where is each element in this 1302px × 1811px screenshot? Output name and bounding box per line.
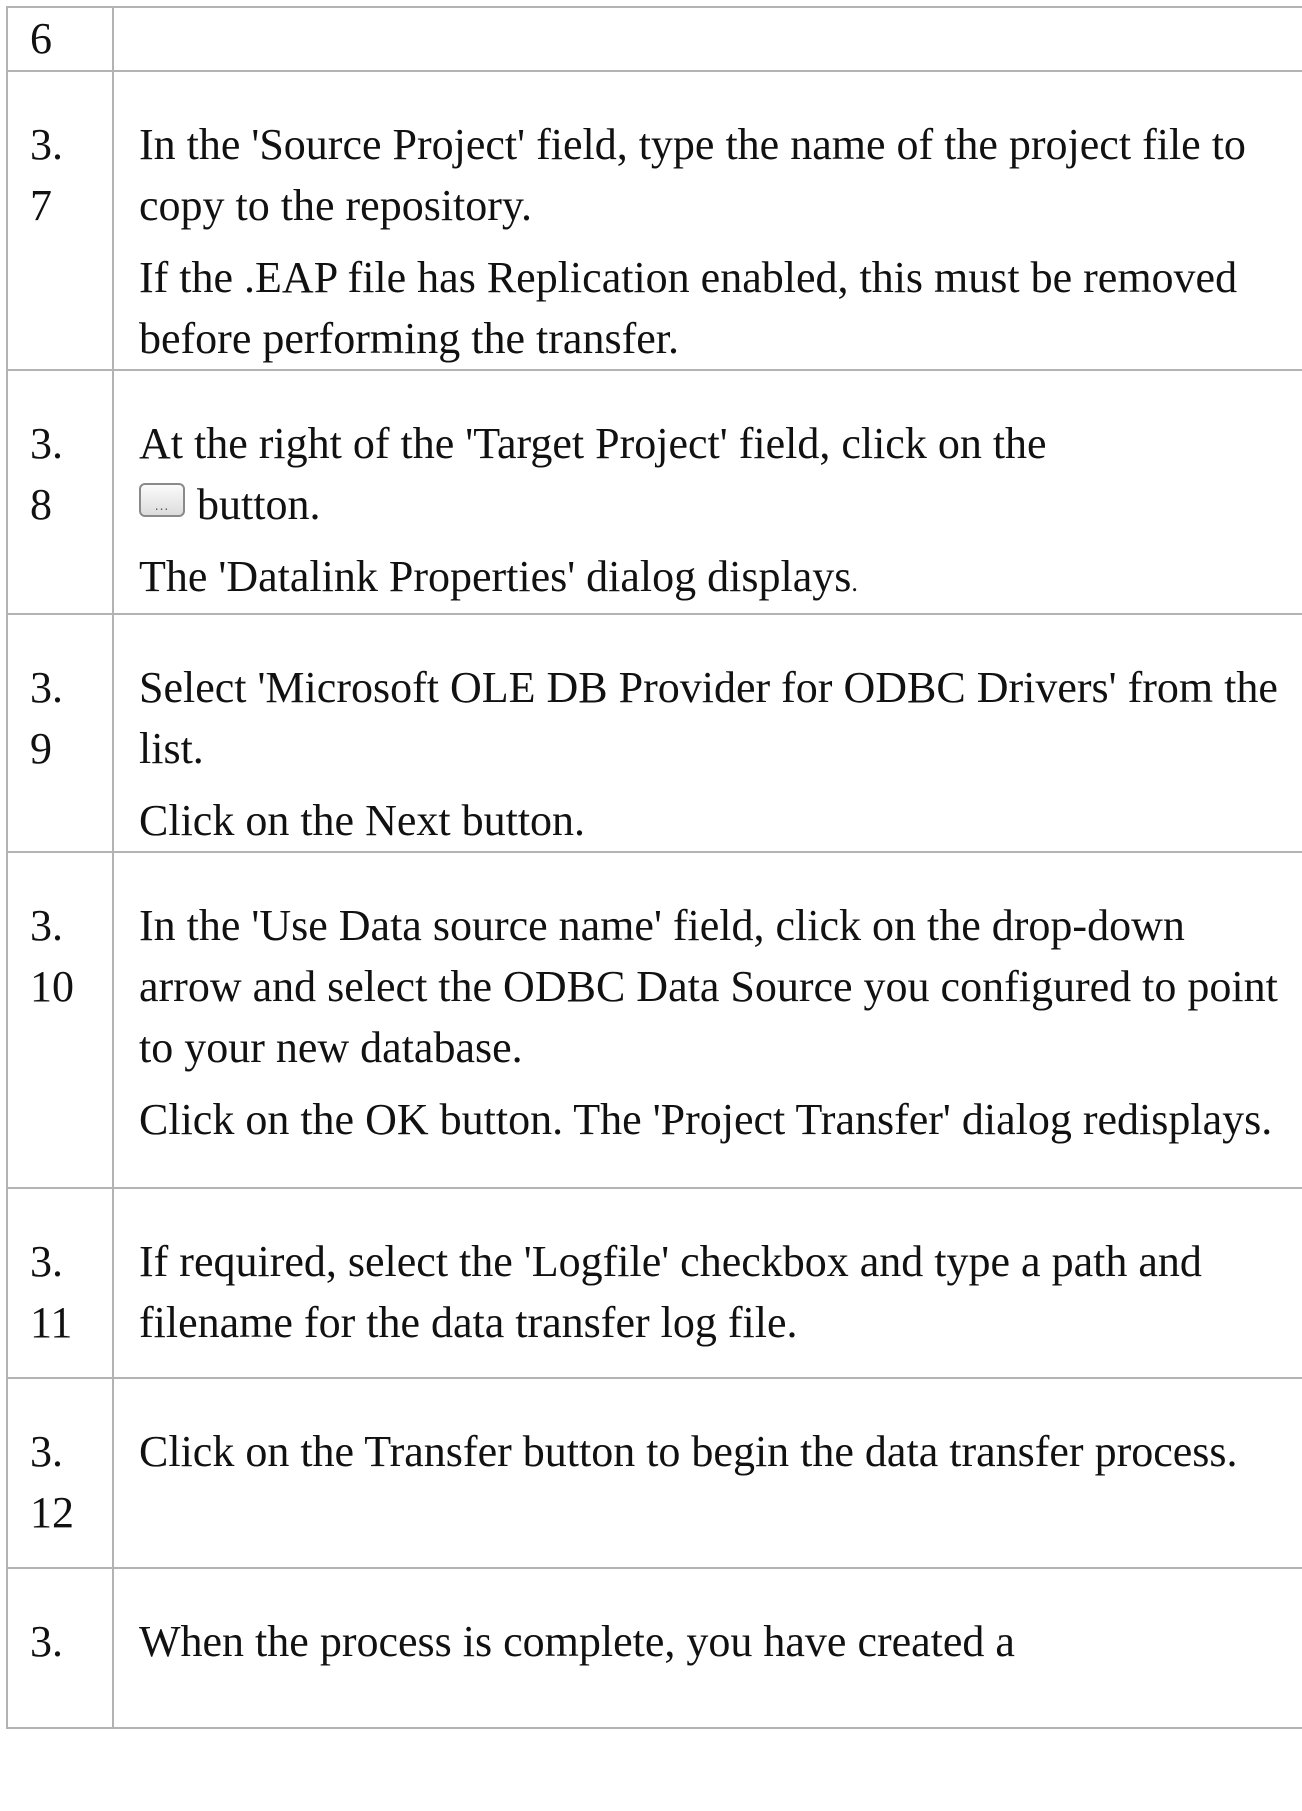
step-number-cell: 3. 10 bbox=[6, 851, 114, 1189]
table-row: 3. 8 At the right of the 'Target Project… bbox=[6, 369, 1302, 615]
step-text: At the right of the 'Target Project' fie… bbox=[139, 413, 1282, 535]
table-row: 3. When the process is complete, you hav… bbox=[6, 1567, 1302, 1729]
step-text: In the 'Use Data source name' field, cli… bbox=[139, 901, 1278, 1072]
step-description-cell: Select 'Microsoft OLE DB Provider for OD… bbox=[112, 613, 1302, 853]
table-row: 3. 11 If required, select the 'Logfile' … bbox=[6, 1187, 1302, 1379]
step-text-after-button: button. bbox=[197, 480, 321, 529]
step-description-cell: At the right of the 'Target Project' fie… bbox=[112, 369, 1302, 615]
step-number-cell: 3. 11 bbox=[6, 1187, 114, 1379]
step-number-cell: 3. 9 bbox=[6, 613, 114, 853]
table-row: 6 bbox=[6, 6, 1302, 72]
step-number: 6 bbox=[30, 14, 52, 63]
step-number: 3. 10 bbox=[30, 901, 74, 1011]
step-text: When the process is complete, you have c… bbox=[139, 1617, 1015, 1666]
step-description-cell: When the process is complete, you have c… bbox=[112, 1567, 1302, 1729]
step-number: 3. 7 bbox=[30, 120, 63, 230]
table-row: 3. 7 In the 'Source Project' field, type… bbox=[6, 70, 1302, 371]
step-number-cell: 6 bbox=[6, 6, 114, 72]
steps-table: 6 3. 7 In the 'Source Project' field, ty… bbox=[6, 6, 1302, 1729]
step-number-cell: 3. bbox=[6, 1567, 114, 1729]
step-description-cell: In the 'Source Project' field, type the … bbox=[112, 70, 1302, 371]
step-number: 3. bbox=[30, 1617, 63, 1666]
step-number-cell: 3. 8 bbox=[6, 369, 114, 615]
step-note: Click on the Next button. bbox=[139, 796, 586, 845]
step-description-cell bbox=[112, 6, 1302, 72]
step-number-cell: 3. 12 bbox=[6, 1377, 114, 1569]
table-row: 3. 10 In the 'Use Data source name' fiel… bbox=[6, 851, 1302, 1189]
step-description-cell: If required, select the 'Logfile' checkb… bbox=[112, 1187, 1302, 1379]
step-text: In the 'Source Project' field, type the … bbox=[139, 120, 1246, 230]
step-text-before-button: At the right of the 'Target Project' fie… bbox=[139, 419, 1047, 468]
step-description-cell: Click on the Transfer button to begin th… bbox=[112, 1377, 1302, 1569]
table-row: 3. 9 Select 'Microsoft OLE DB Provider f… bbox=[6, 613, 1302, 853]
step-note: If the .EAP file has Replication enabled… bbox=[139, 253, 1238, 363]
step-number: 3. 12 bbox=[30, 1427, 74, 1537]
step-number: 3. 9 bbox=[30, 663, 63, 773]
step-text: Click on the Transfer button to begin th… bbox=[139, 1427, 1238, 1476]
step-note: The 'Datalink Properties' dialog display… bbox=[139, 552, 858, 601]
step-note: Click on the OK button. The 'Project Tra… bbox=[139, 1095, 1273, 1144]
step-number-cell: 3. 7 bbox=[6, 70, 114, 371]
browse-button-icon: ... bbox=[139, 483, 185, 517]
step-text: If required, select the 'Logfile' checkb… bbox=[139, 1237, 1202, 1347]
step-number: 3. 11 bbox=[30, 1237, 73, 1347]
table-row: 3. 12 Click on the Transfer button to be… bbox=[6, 1377, 1302, 1569]
step-text: Select 'Microsoft OLE DB Provider for OD… bbox=[139, 663, 1278, 773]
step-description-cell: In the 'Use Data source name' field, cli… bbox=[112, 851, 1302, 1189]
step-number: 3. 8 bbox=[30, 419, 63, 529]
